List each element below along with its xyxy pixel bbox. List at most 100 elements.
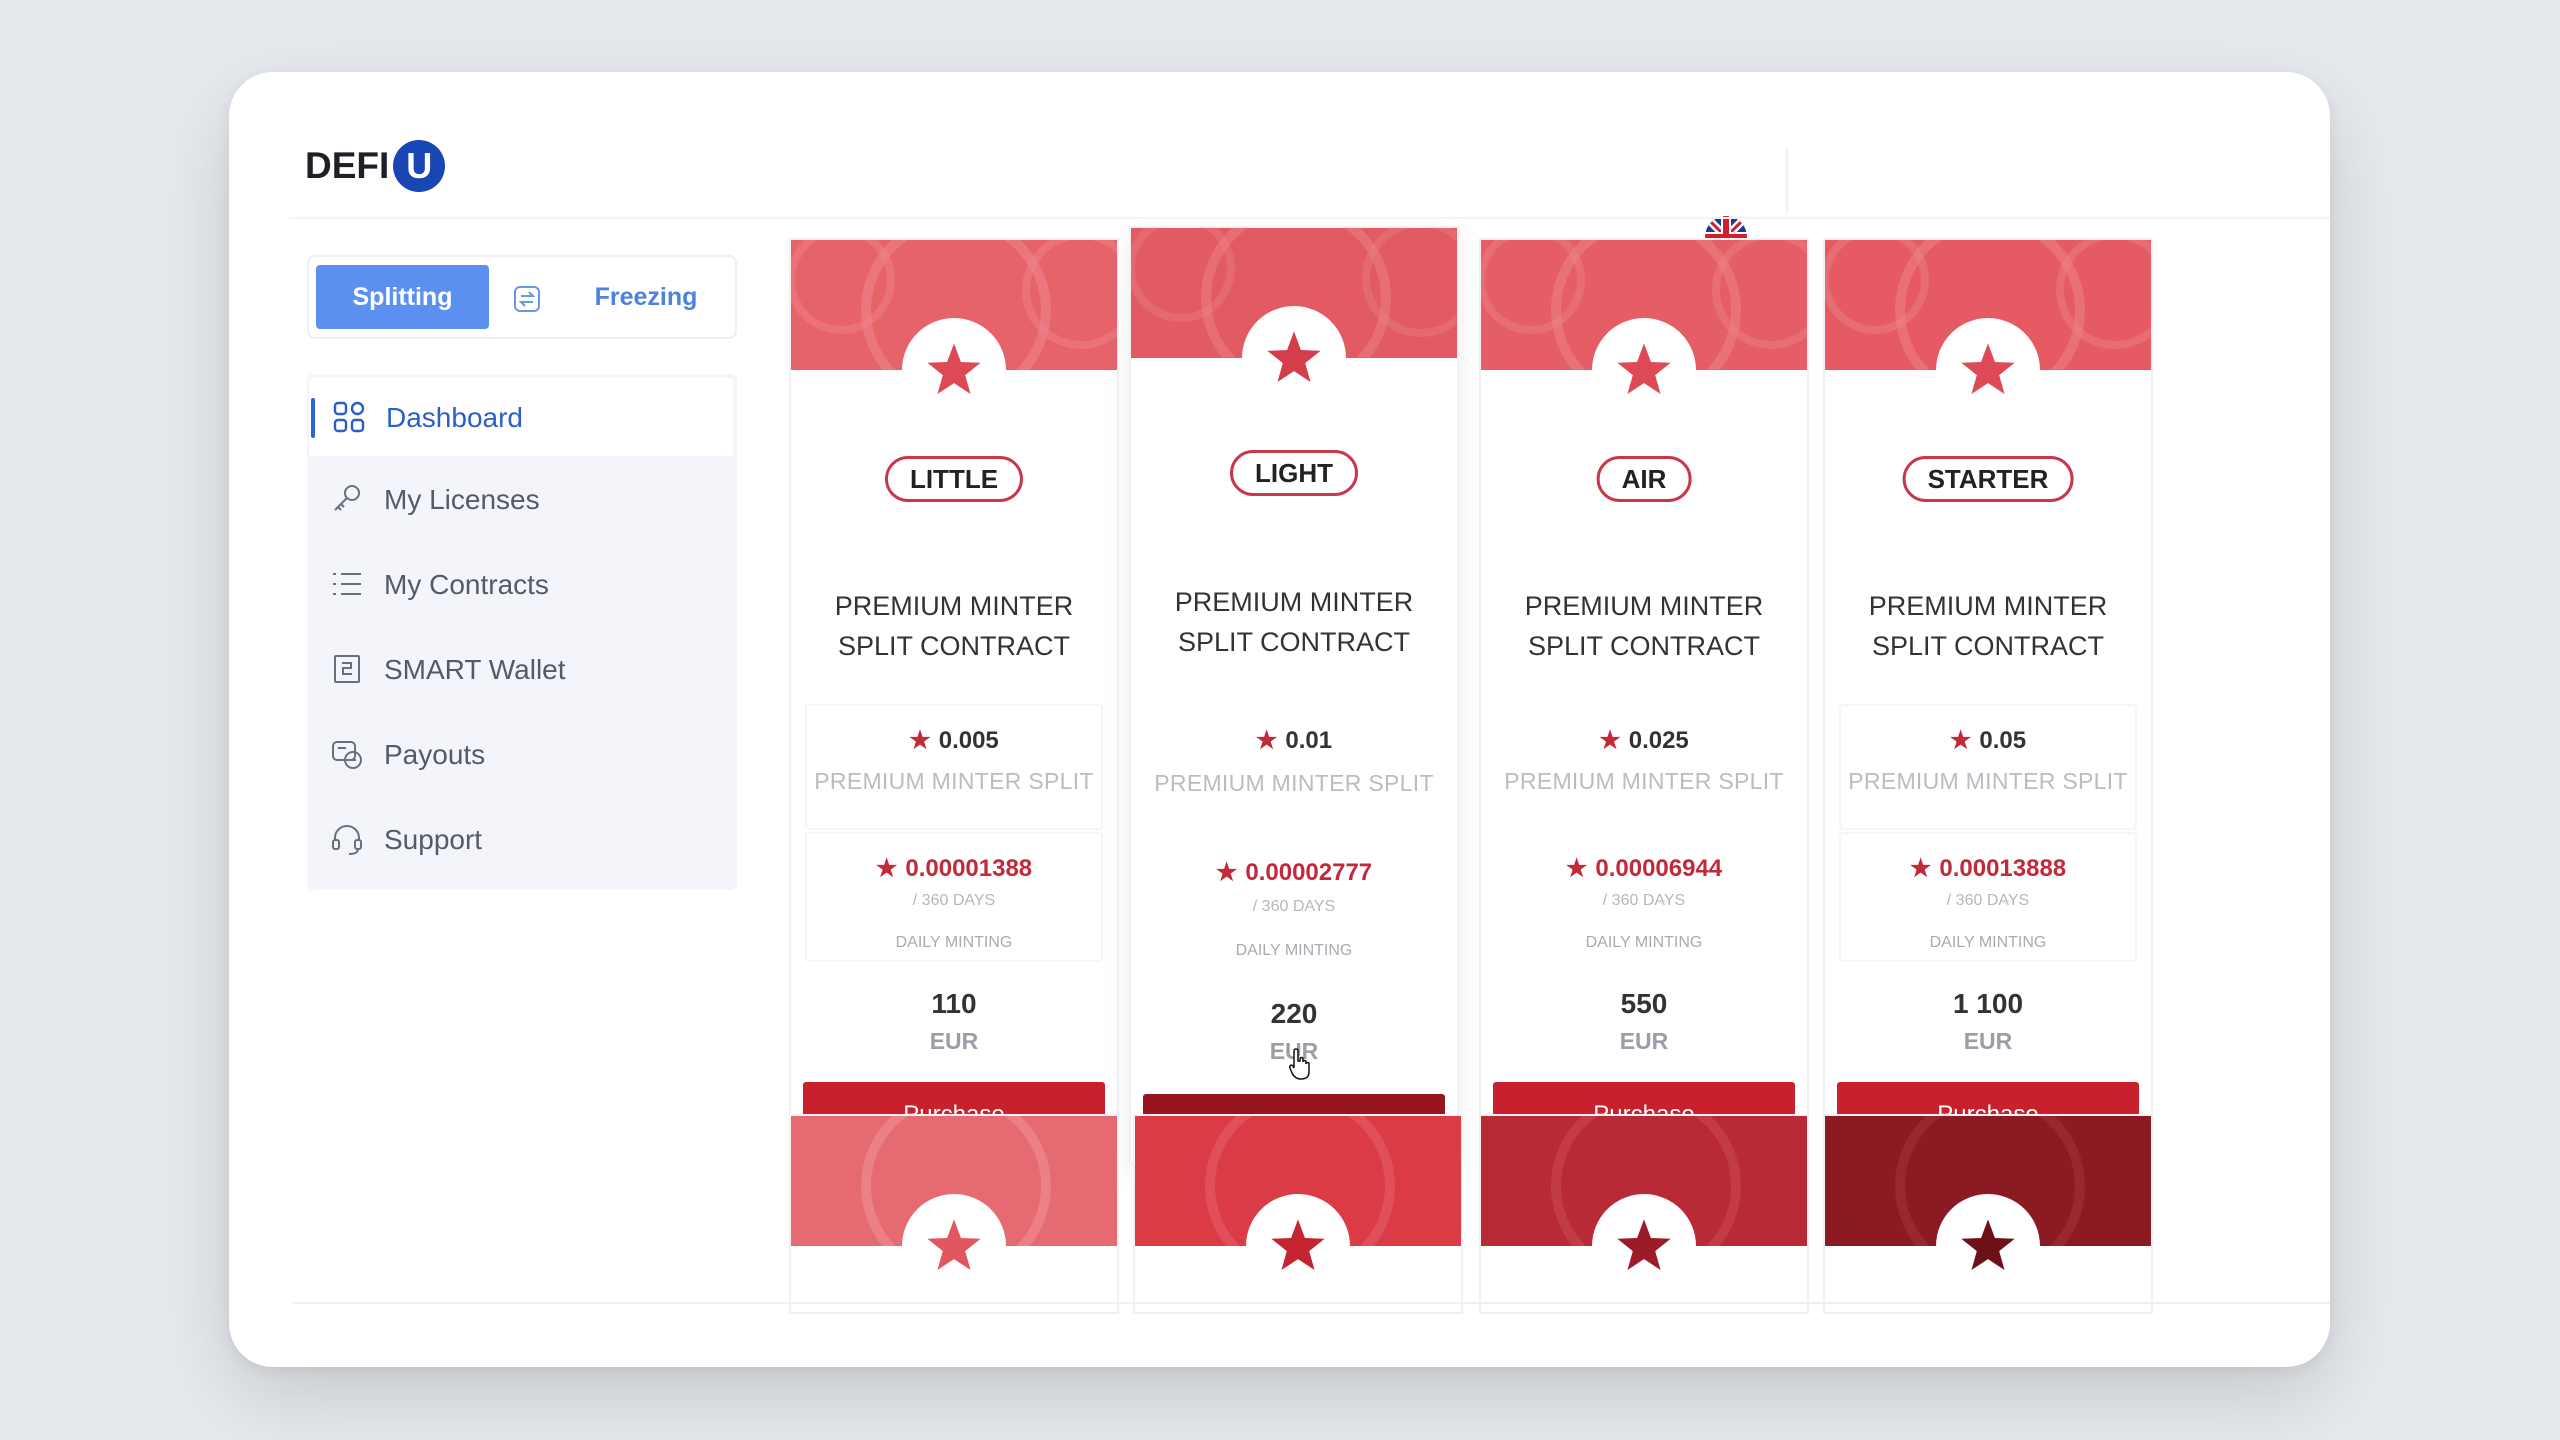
payouts-icon [332, 741, 362, 769]
card-title-line2: SPLIT CONTRACT [837, 631, 1071, 661]
split-value-text: 0.05 [1979, 726, 2027, 754]
minting-label: DAILY MINTING [895, 934, 1013, 951]
tier-badge: LITTLE [884, 456, 1024, 502]
mode-toggle: Splitting Freezing [307, 255, 737, 339]
star-icon: ★ [1949, 727, 1972, 754]
contract-card-row2-2 [1133, 1114, 1463, 1314]
minting-value: ★ 0.00013888 [1825, 854, 2151, 883]
grid-icon [333, 401, 365, 433]
star-icon [1961, 1219, 2015, 1270]
sidebar-item-label: Support [384, 824, 483, 855]
sidebar-item-label: My Licenses [384, 484, 540, 515]
minting-value-text: 0.00001388 [905, 854, 1033, 882]
sidebar-item-support[interactable]: Support [307, 800, 737, 878]
minting-period: / 360 DAYS [1252, 898, 1336, 915]
star-icon: ★ [1215, 859, 1238, 886]
card-title-line1: PREMIUM MINTER [1174, 587, 1414, 617]
split-value-text: 0.005 [938, 726, 999, 754]
wallet-icon [334, 655, 360, 683]
price: 550 [1620, 988, 1668, 1019]
contract-card-row2-3 [1479, 1114, 1809, 1314]
minting-label: DAILY MINTING [1235, 942, 1353, 959]
split-value: ★ 0.025 [1481, 726, 1807, 755]
star-icon [927, 1219, 981, 1270]
split-label: PREMIUM MINTER SPLIT [1154, 770, 1434, 796]
price: 110 [931, 988, 977, 1019]
contract-card-air: AIR PREMIUM MINTER SPLIT CONTRACT ★ 0.025… [1479, 238, 1809, 1158]
star-icon: ★ [1599, 727, 1621, 754]
currency: EUR [1619, 1028, 1669, 1054]
swap-icon[interactable] [507, 279, 547, 319]
contract-card-row2-1 [789, 1114, 1119, 1314]
star-badge [1246, 1194, 1350, 1298]
logo-mark: U [393, 140, 446, 192]
split-label: PREMIUM MINTER SPLIT [814, 768, 1094, 794]
card-title-line1: PREMIUM MINTER [1524, 591, 1764, 621]
star-icon: ★ [1255, 727, 1278, 754]
star-icon: ★ [1565, 855, 1588, 882]
header-divider [1786, 148, 1788, 214]
minting-label: DAILY MINTING [1929, 934, 2047, 951]
sidebar-item-smart-wallet[interactable]: SMART Wallet [307, 630, 737, 708]
sidebar-item-my-contracts[interactable]: My Contracts [307, 545, 737, 623]
card-title-line1: PREMIUM MINTER [1868, 591, 2108, 621]
sidebar-nav: Dashboard My Licenses My Contracts SMART… [307, 374, 737, 890]
star-badge [902, 1194, 1006, 1298]
contract-card-starter: STARTER PREMIUM MINTER SPLIT CONTRACT ★ 0… [1823, 238, 2153, 1158]
app-window: DEFI U Splitting Freezing Dashboard My L… [229, 72, 2330, 1367]
logo-text: DEFI [305, 145, 390, 186]
sidebar-item-payouts[interactable]: Payouts [307, 715, 737, 793]
minting-value-text: 0.00002777 [1245, 858, 1373, 886]
minting-period: / 360 DAYS [1602, 892, 1686, 909]
tier-badge: STARTER [1902, 456, 2074, 502]
price: 1 100 [1952, 988, 2024, 1019]
star-icon [1961, 343, 2015, 394]
split-box [1839, 704, 2137, 830]
star-icon [927, 343, 981, 394]
sidebar-item-label: Payouts [384, 739, 486, 770]
logo[interactable]: DEFI U [305, 140, 446, 192]
sidebar-item-dashboard[interactable]: Dashboard [309, 378, 733, 456]
star-badge [902, 318, 1006, 422]
splitting-button[interactable]: Splitting [316, 265, 489, 329]
star-icon: ★ [1909, 855, 1932, 882]
key-icon [334, 485, 360, 511]
header-divider-line [289, 217, 2330, 219]
star-badge [1242, 306, 1346, 410]
star-icon [1267, 331, 1321, 382]
minting-period: / 360 DAYS [1946, 892, 2030, 909]
active-indicator [311, 398, 315, 438]
star-icon [1617, 343, 1671, 394]
minting-period: / 360 DAYS [912, 892, 996, 909]
sidebar-item-label: My Contracts [384, 569, 549, 600]
star-icon: ★ [875, 855, 898, 882]
star-badge [1936, 318, 2040, 422]
card-title-line1: PREMIUM MINTER [834, 591, 1074, 621]
minting-value: ★ 0.00002777 [1131, 858, 1457, 887]
minting-value-text: 0.00013888 [1939, 854, 2067, 882]
card-title-line2: SPLIT CONTRACT [1871, 631, 2105, 661]
minting-value: ★ 0.00001388 [791, 854, 1117, 883]
split-value-text: 0.01 [1285, 726, 1333, 754]
star-badge [1592, 1194, 1696, 1298]
minting-label: DAILY MINTING [1585, 934, 1703, 951]
sidebar-item-label: Dashboard [386, 402, 523, 433]
sidebar-item-my-licenses[interactable]: My Licenses [307, 460, 737, 538]
card-title-line2: SPLIT CONTRACT [1527, 631, 1761, 661]
star-badge [1592, 318, 1696, 422]
contract-card-little: LITTLE PREMIUM MINTER SPLIT CONTRACT ★ 0.… [789, 238, 1119, 1158]
freezing-button[interactable]: Freezing [562, 265, 730, 329]
price: 220 [1270, 998, 1318, 1029]
star-icon [1617, 1219, 1671, 1270]
tier-badge: LIGHT [1230, 450, 1358, 496]
hand-cursor-icon [1289, 1048, 1310, 1080]
star-badge [1936, 1194, 2040, 1298]
contract-card-row2-4 [1823, 1114, 2153, 1314]
minting-value-text: 0.00006944 [1595, 854, 1723, 882]
split-label: PREMIUM MINTER SPLIT [1504, 768, 1784, 794]
contract-card-light: LIGHT PREMIUM MINTER SPLIT CONTRACT ★ 0.0… [1129, 226, 1459, 1164]
card-title-line2: SPLIT CONTRACT [1177, 627, 1411, 657]
split-value-text: 0.025 [1628, 726, 1689, 754]
currency: EUR [929, 1028, 979, 1054]
star-icon [1271, 1219, 1325, 1270]
